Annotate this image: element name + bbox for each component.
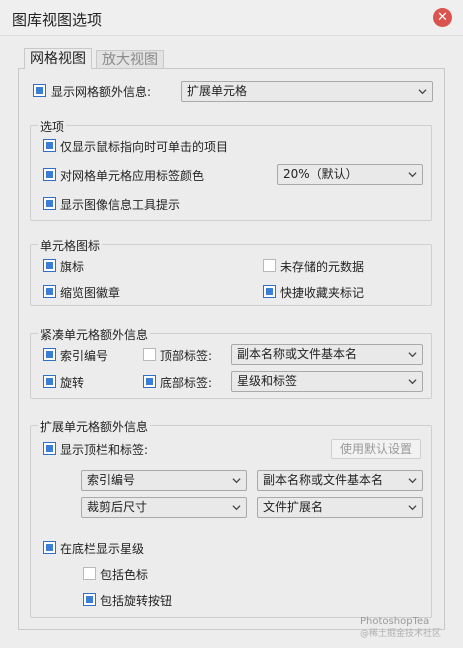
top-label-label: 顶部标签: (160, 349, 213, 363)
show-header-labels-checkbox[interactable] (43, 442, 56, 455)
thumbnail-badges-checkbox[interactable] (43, 285, 56, 298)
watermark-line-2: @稀土掘金技术社区 (360, 629, 442, 639)
header-label-3-value: 裁剪后尺寸 (87, 500, 148, 514)
header-label-2-value: 副本名称或文件基本名 (263, 473, 384, 487)
header-label-2-select[interactable]: 副本名称或文件基本名 (257, 470, 423, 491)
watermark-line-1: PhotoshopTea (360, 616, 430, 627)
use-defaults-button[interactable]: 使用默认设置 (331, 439, 421, 459)
options-legend: 选项 (38, 118, 67, 135)
include-color-label-checkbox[interactable] (83, 567, 96, 580)
header-label-1-value: 索引编号 (87, 473, 136, 487)
watermark: PhotoshopTea @稀土掘金技术社区 (360, 616, 441, 640)
chevron-down-icon (408, 352, 417, 358)
grid-extras-mode-value: 扩展单元格 (187, 84, 248, 98)
show-header-labels-label: 显示顶栏和标签: (60, 443, 149, 457)
chevron-down-icon (232, 505, 241, 511)
top-label-value: 副本名称或文件基本名 (237, 347, 358, 361)
show-grid-extras-checkbox[interactable] (33, 84, 46, 97)
header-label-1-select[interactable]: 索引编号 (81, 470, 247, 491)
show-rating-footer-checkbox[interactable] (43, 541, 56, 554)
bottom-label-label: 底部标签: (160, 376, 213, 390)
tint-amount-select[interactable]: 20%（默认） (277, 164, 423, 185)
include-rotation-buttons-label: 包括旋转按钮 (100, 594, 173, 608)
include-rotation-buttons-checkbox[interactable] (83, 593, 96, 606)
grid-extras-mode-select[interactable]: 扩展单元格 (181, 81, 433, 102)
expanded-cell-extras-legend: 扩展单元格额外信息 (38, 418, 151, 435)
flags-checkbox[interactable] (43, 259, 56, 272)
cell-icons-legend: 单元格图标 (38, 237, 103, 254)
quick-collection-markers-label: 快捷收藏夹标记 (280, 286, 365, 300)
chevron-down-icon (418, 89, 427, 95)
close-icon: ✕ (437, 10, 448, 25)
close-button[interactable]: ✕ (433, 8, 452, 27)
unsaved-metadata-label: 未存储的元数据 (280, 260, 365, 274)
tab-grid-view[interactable]: 网格视图 (24, 48, 92, 69)
thumbnail-badges-label: 缩览图徽章 (60, 286, 121, 300)
show-rating-footer-label: 在底栏显示星级 (60, 542, 145, 556)
header-label-3-select[interactable]: 裁剪后尺寸 (81, 497, 247, 518)
quick-collection-markers-checkbox[interactable] (263, 285, 276, 298)
window-title: 图库视图选项 (12, 11, 103, 29)
show-image-info-tooltips-checkbox[interactable] (43, 197, 56, 210)
tint-grid-cells-checkbox[interactable] (43, 168, 56, 181)
top-label-checkbox[interactable] (143, 348, 156, 361)
top-label-select[interactable]: 副本名称或文件基本名 (231, 344, 423, 365)
bottom-label-checkbox[interactable] (143, 375, 156, 388)
rotation-label: 旋转 (60, 376, 85, 390)
chevron-down-icon (408, 172, 417, 178)
header-label-4-select[interactable]: 文件扩展名 (257, 497, 423, 518)
title-bar: 图库视图选项 ✕ (0, 0, 463, 36)
include-color-label-label: 包括色标 (100, 568, 149, 582)
bottom-label-select[interactable]: 星级和标签 (231, 371, 423, 392)
show-image-info-tooltips-label: 显示图像信息工具提示 (60, 198, 181, 212)
index-number-label: 索引编号 (60, 349, 109, 363)
show-clickable-on-hover-label: 仅显示鼠标指向时可单击的项目 (60, 140, 229, 154)
unsaved-metadata-checkbox[interactable] (263, 259, 276, 272)
header-label-4-value: 文件扩展名 (263, 500, 324, 514)
chevron-down-icon (408, 379, 417, 385)
show-grid-extras-label: 显示网格额外信息: (51, 85, 152, 99)
tab-loupe-view[interactable]: 放大视图 (96, 50, 164, 69)
chevron-down-icon (408, 505, 417, 511)
chevron-down-icon (408, 478, 417, 484)
compact-cell-extras-legend: 紧凑单元格额外信息 (38, 326, 151, 343)
tint-grid-cells-label: 对网格单元格应用标签颜色 (60, 169, 205, 183)
chevron-down-icon (232, 478, 241, 484)
show-clickable-on-hover-checkbox[interactable] (43, 139, 56, 152)
bottom-label-value: 星级和标签 (237, 374, 298, 388)
tint-amount-value: 20%（默认） (283, 167, 358, 181)
flags-label: 旗标 (60, 260, 85, 274)
index-number-checkbox[interactable] (43, 348, 56, 361)
rotation-checkbox[interactable] (43, 375, 56, 388)
